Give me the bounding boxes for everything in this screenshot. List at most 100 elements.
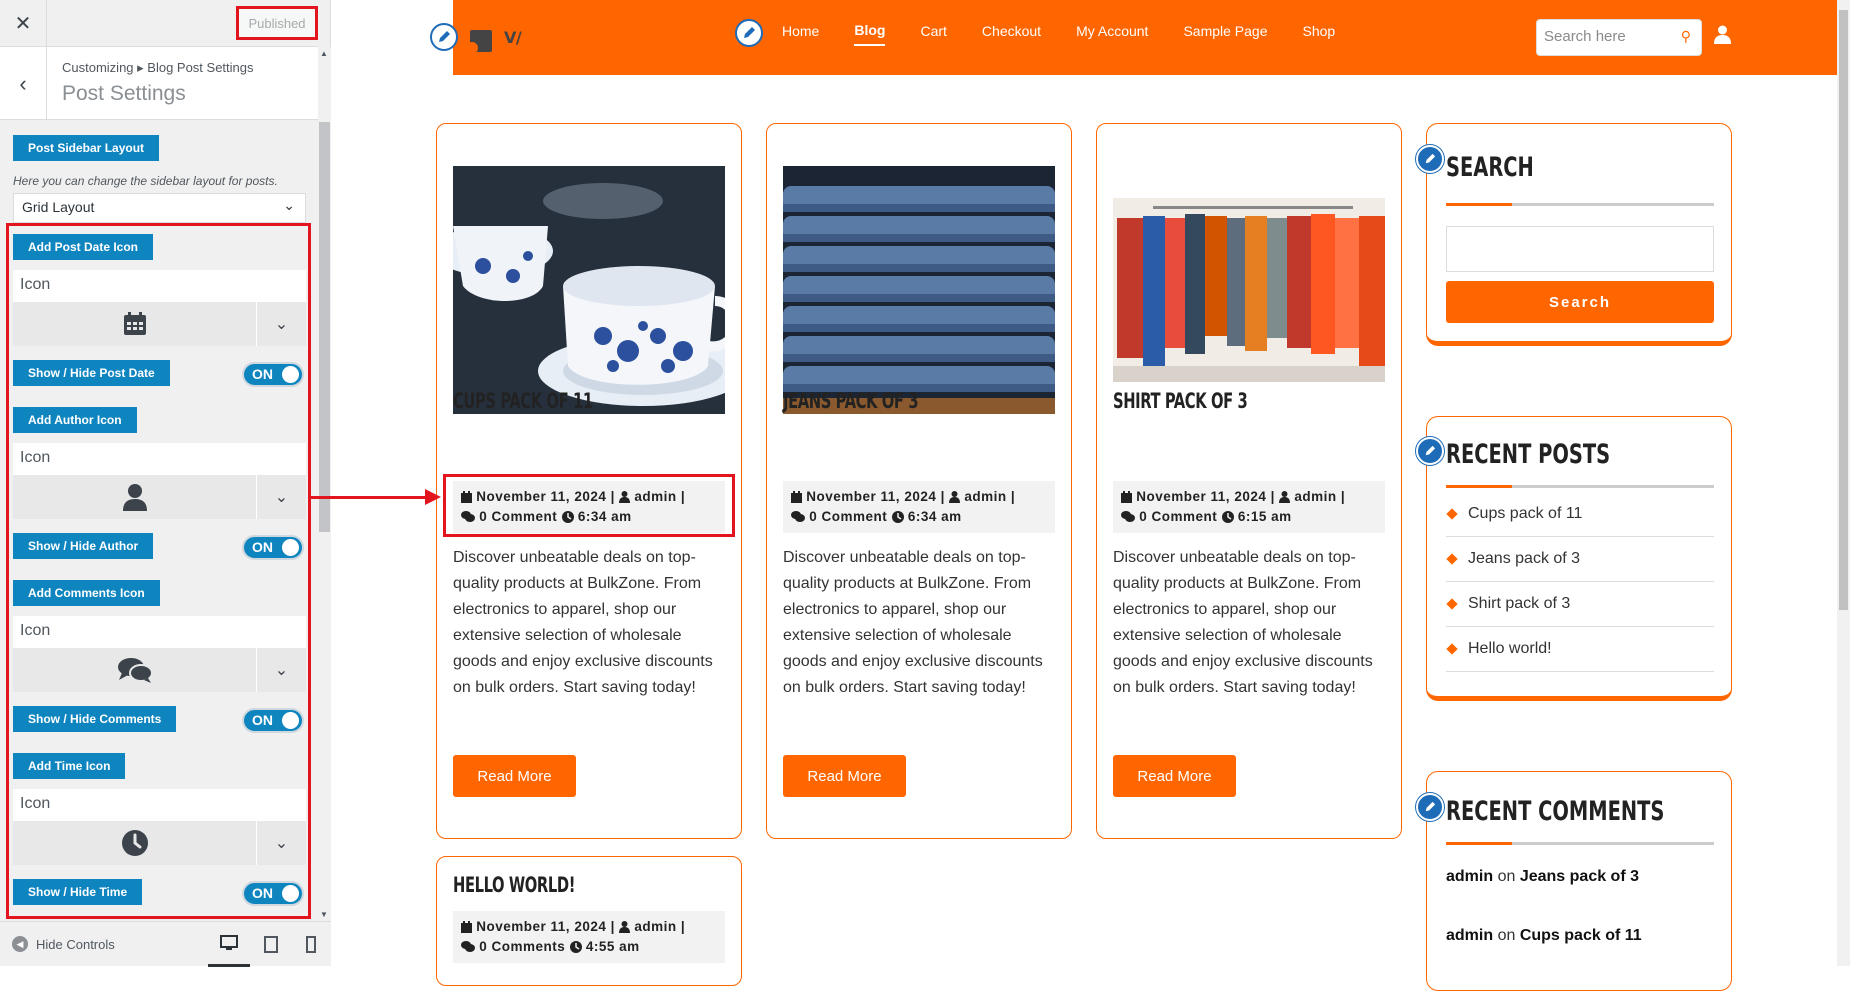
post-date[interactable]: November 11, 2024: [476, 919, 606, 934]
customizer-scrollbar[interactable]: ▲ ▼: [318, 47, 331, 921]
preview-scrollbar[interactable]: [1837, 0, 1850, 966]
post-excerpt: Discover unbeatable deals on top-quality…: [1113, 549, 1373, 696]
recent-post-link[interactable]: Shirt pack of 3: [1446, 582, 1714, 627]
logo-text: V/WWHOLESALER: [504, 27, 657, 47]
breadcrumb: Customizing ▸ Blog Post Settings: [62, 60, 254, 75]
edit-shortcut-icon[interactable]: [1416, 793, 1444, 821]
close-icon[interactable]: ✕: [0, 0, 47, 47]
mobile-preview-icon[interactable]: [290, 922, 332, 967]
post-time: 6:34 am: [907, 509, 962, 524]
main-navigation: Home Blog Cart Checkout My Account Sampl…: [782, 22, 1370, 46]
calendar-icon: [1121, 491, 1132, 503]
post-author[interactable]: admin: [1294, 489, 1336, 504]
comment-post-link[interactable]: Cups pack of 11: [1520, 927, 1642, 944]
search-widget: SEARCH Search: [1426, 123, 1732, 346]
post-title[interactable]: JEANS PACK OF 3: [783, 389, 919, 413]
post-comments[interactable]: 0 Comment: [809, 509, 887, 524]
customizer-header: ✕ Published: [0, 0, 318, 47]
section-title: Post Settings: [62, 82, 186, 105]
post-title[interactable]: CUPS PACK OF 11: [453, 389, 593, 413]
post-author[interactable]: admin: [634, 919, 676, 934]
read-more-button[interactable]: Read More: [783, 755, 906, 797]
recent-post-link[interactable]: Cups pack of 11: [1446, 492, 1714, 537]
post-thumbnail[interactable]: [783, 166, 1055, 414]
post-card: SHIRT PACK OF 3 November 11, 2024 | admi…: [1096, 123, 1402, 839]
recent-posts-widget: RECENT POSTS Cups pack of 11 Jeans pack …: [1426, 416, 1732, 701]
comments-icon: [791, 511, 805, 522]
user-icon: [619, 921, 631, 933]
customizer-footer: ◀ Hide Controls: [0, 921, 332, 967]
clock-icon: [1221, 511, 1234, 523]
nav-blog[interactable]: Blog: [854, 22, 886, 46]
back-arrow-icon[interactable]: ‹: [0, 47, 47, 120]
comments-icon: [1121, 511, 1135, 522]
post-card: JEANS PACK OF 3 November 11, 2024 | admi…: [766, 123, 1072, 839]
published-button[interactable]: Published: [236, 6, 318, 40]
diamond-bullet-icon: [1446, 598, 1458, 610]
recent-post-link[interactable]: Jeans pack of 3: [1446, 537, 1714, 582]
section-header: ‹ Customizing ▸ Blog Post Settings Post …: [0, 47, 318, 120]
recent-comments-title: RECENT COMMENTS: [1446, 796, 1665, 827]
user-icon: [949, 491, 961, 503]
read-more-button[interactable]: Read More: [1113, 755, 1236, 797]
post-meta: November 11, 2024 | admin | 0 Comments 4…: [453, 911, 725, 963]
diamond-bullet-icon: [1446, 508, 1458, 520]
recent-comment-item: admin on Jeans pack of 3: [1446, 868, 1639, 885]
tablet-preview-icon[interactable]: [250, 922, 292, 967]
desktop-preview-icon[interactable]: [208, 922, 250, 967]
post-author[interactable]: admin: [964, 489, 1006, 504]
read-more-button[interactable]: Read More: [453, 755, 576, 797]
search-placeholder: Search here: [1544, 28, 1626, 45]
post-excerpt: Discover unbeatable deals on top-quality…: [453, 549, 713, 696]
edit-shortcut-icon[interactable]: [430, 23, 458, 51]
site-logo[interactable]: V/WWHOLESALER: [430, 20, 657, 54]
edit-shortcut-icon[interactable]: [735, 19, 763, 47]
sidebar-layout-label: Post Sidebar Layout: [13, 135, 160, 161]
recent-posts-title: RECENT POSTS: [1446, 439, 1611, 470]
comment-author-link[interactable]: admin: [1446, 927, 1493, 944]
edit-shortcut-icon[interactable]: [1416, 145, 1444, 173]
post-meta: November 11, 2024 | admin | 0 Comment 6:…: [783, 481, 1055, 533]
search-widget-button[interactable]: Search: [1446, 281, 1714, 323]
post-comments[interactable]: 0 Comment: [1139, 509, 1217, 524]
post-date[interactable]: November 11, 2024: [1136, 489, 1266, 504]
comment-post-link[interactable]: Jeans pack of 3: [1520, 868, 1639, 885]
header-search-input[interactable]: Search here ⚲: [1536, 19, 1702, 56]
post-title[interactable]: HELLO WORLD!: [453, 873, 575, 897]
collapse-icon: ◀: [12, 936, 28, 952]
hide-controls-label: Hide Controls: [36, 936, 115, 952]
annotation-arrow: [311, 496, 431, 499]
comment-author-link[interactable]: admin: [1446, 868, 1493, 885]
annotation-highlight-box: [6, 223, 311, 919]
sidebar-layout-description: Here you can change the sidebar layout f…: [13, 174, 278, 188]
nav-my-account[interactable]: My Account: [1076, 23, 1148, 45]
post-thumbnail[interactable]: [453, 166, 725, 414]
user-icon: [1279, 491, 1291, 503]
post-thumbnail[interactable]: [1113, 198, 1385, 382]
user-account-icon[interactable]: [1714, 25, 1731, 49]
recent-post-link[interactable]: Hello world!: [1446, 627, 1714, 672]
post-card: HELLO WORLD! November 11, 2024 | admin |…: [436, 856, 742, 986]
customizer-panel: ✕ Published ‹ Customizing ▸ Blog Post Se…: [0, 0, 332, 967]
chevron-down-icon: ⌄: [283, 197, 295, 213]
sidebar-layout-value: Grid Layout: [22, 199, 95, 215]
diamond-bullet-icon: [1446, 553, 1458, 565]
search-widget-input[interactable]: [1446, 226, 1714, 272]
recent-comments-widget: RECENT COMMENTS admin on Jeans pack of 3…: [1426, 771, 1732, 991]
nav-cart[interactable]: Cart: [920, 23, 946, 45]
post-time: 4:55 am: [585, 939, 640, 954]
calendar-icon: [791, 491, 802, 503]
post-date[interactable]: November 11, 2024: [806, 489, 936, 504]
post-comments[interactable]: 0 Comments: [479, 939, 565, 954]
nav-home[interactable]: Home: [782, 23, 819, 45]
post-title[interactable]: SHIRT PACK OF 3: [1113, 389, 1248, 413]
nav-checkout[interactable]: Checkout: [982, 23, 1041, 45]
post-excerpt: Discover unbeatable deals on top-quality…: [783, 549, 1043, 696]
sidebar-layout-select[interactable]: Grid Layout ⌄: [13, 193, 306, 223]
edit-shortcut-icon[interactable]: [1416, 437, 1444, 465]
search-icon[interactable]: ⚲: [1681, 28, 1691, 45]
hide-controls-button[interactable]: ◀ Hide Controls: [12, 936, 115, 952]
shopping-bag-logo-icon: [466, 23, 492, 54]
nav-sample-page[interactable]: Sample Page: [1183, 23, 1267, 45]
nav-shop[interactable]: Shop: [1303, 23, 1336, 45]
